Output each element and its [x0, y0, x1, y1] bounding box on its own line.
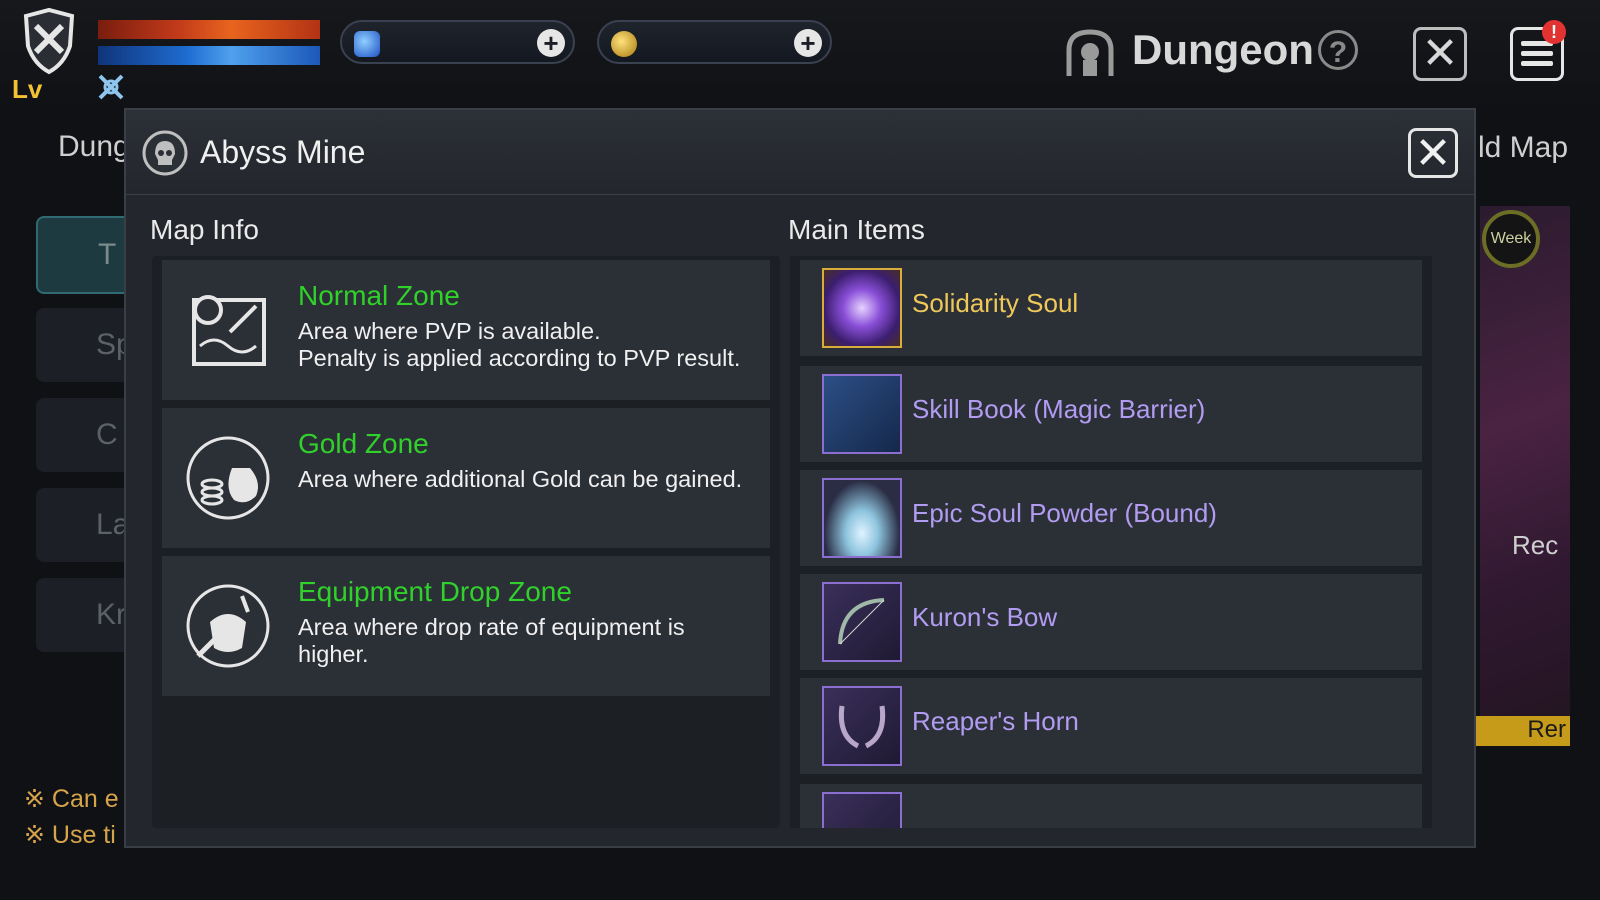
recommended-label: Rec [1512, 530, 1559, 560]
dungeon-preview-image [1480, 206, 1570, 746]
gold-bag-icon [186, 436, 270, 520]
notification-badge: ! [1542, 20, 1566, 44]
tab-world-map[interactable]: ld Map [1478, 131, 1568, 165]
dungeon-gate-icon [1066, 29, 1114, 76]
screen-title: Dungeon [1132, 26, 1314, 73]
zone-description: Area where additional Gold can be gained… [298, 466, 743, 492]
zone-name: Gold Zone [298, 428, 429, 459]
horn-shape [838, 705, 886, 749]
zone-description: Area where drop rate of equipment is hig… [298, 614, 685, 667]
item-name: Epic Soul Powder (Bound) [912, 498, 1217, 528]
soul-powder-icon [822, 478, 902, 558]
zone-gold: Gold Zone Area where additional Gold can… [162, 408, 770, 548]
close-dialog-button[interactable]: ✕ [1408, 128, 1458, 178]
note-1: ※ Can e [24, 785, 119, 813]
mp-bar [98, 46, 320, 65]
level-label: Lv [12, 74, 43, 104]
item-name: Reaper's Horn [912, 706, 1079, 736]
item-name: Solidarity Soul [912, 288, 1079, 318]
gem-currency: + [340, 20, 575, 64]
skill-book-icon [822, 374, 902, 454]
zone-description: Area where PVP is available. Penalty is … [298, 318, 741, 371]
map-pvp-icon [192, 295, 266, 366]
item-row[interactable] [800, 784, 1422, 828]
main-items-title: Main Items [788, 214, 925, 245]
item-row[interactable]: Epic Soul Powder (Bound) [800, 470, 1422, 566]
item-row[interactable]: Kuron's Bow [800, 574, 1422, 670]
guild-shield-icon[interactable] [14, 6, 84, 76]
week-badge: Week [1482, 210, 1540, 268]
add-gold-button[interactable]: + [794, 29, 822, 57]
skull-icon [142, 130, 188, 176]
item-row[interactable]: Skill Book (Magic Barrier) [800, 366, 1422, 462]
item-row[interactable]: Solidarity Soul [800, 260, 1422, 356]
reset-bar: Rer [1476, 716, 1570, 746]
note-2: ※ Use ti [24, 821, 116, 849]
dialog-title: Abyss Mine [200, 134, 366, 170]
gold-coin-icon [611, 31, 637, 57]
soul-orb-icon [822, 268, 902, 348]
bow-shape [838, 598, 885, 645]
item-name: Skill Book (Magic Barrier) [912, 394, 1206, 424]
main-items-list[interactable]: Solidarity Soul Skill Book (Magic Barrie… [790, 256, 1432, 828]
zone-normal: Normal Zone Area where PVP is available.… [162, 260, 770, 400]
item-name: Kuron's Bow [912, 602, 1058, 632]
add-gem-button[interactable]: + [537, 29, 565, 57]
equipment-icon [186, 584, 270, 668]
help-button[interactable]: ? [1318, 30, 1358, 70]
item-row[interactable]: Reaper's Horn [800, 678, 1422, 774]
gold-currency: + [597, 20, 832, 64]
zone-name: Equipment Drop Zone [298, 576, 572, 607]
crossed-swords-icon [98, 74, 124, 100]
blue-gem-icon [354, 31, 380, 57]
dialog-header: Abyss Mine ✕ [126, 110, 1474, 195]
zone-equipment-drop: Equipment Drop Zone Area where drop rate… [162, 556, 770, 696]
item-icon [822, 792, 902, 828]
hp-bar [98, 20, 320, 39]
tab-dungeon[interactable]: Dung [58, 130, 130, 164]
map-info-title: Map Info [150, 214, 259, 245]
abyss-mine-dialog: Abyss Mine ✕ Map Info Main Items Normal … [124, 108, 1476, 848]
map-info-panel: Normal Zone Area where PVP is available.… [152, 256, 780, 828]
zone-name: Normal Zone [298, 280, 460, 311]
close-screen-button[interactable]: ✕ [1413, 27, 1467, 81]
